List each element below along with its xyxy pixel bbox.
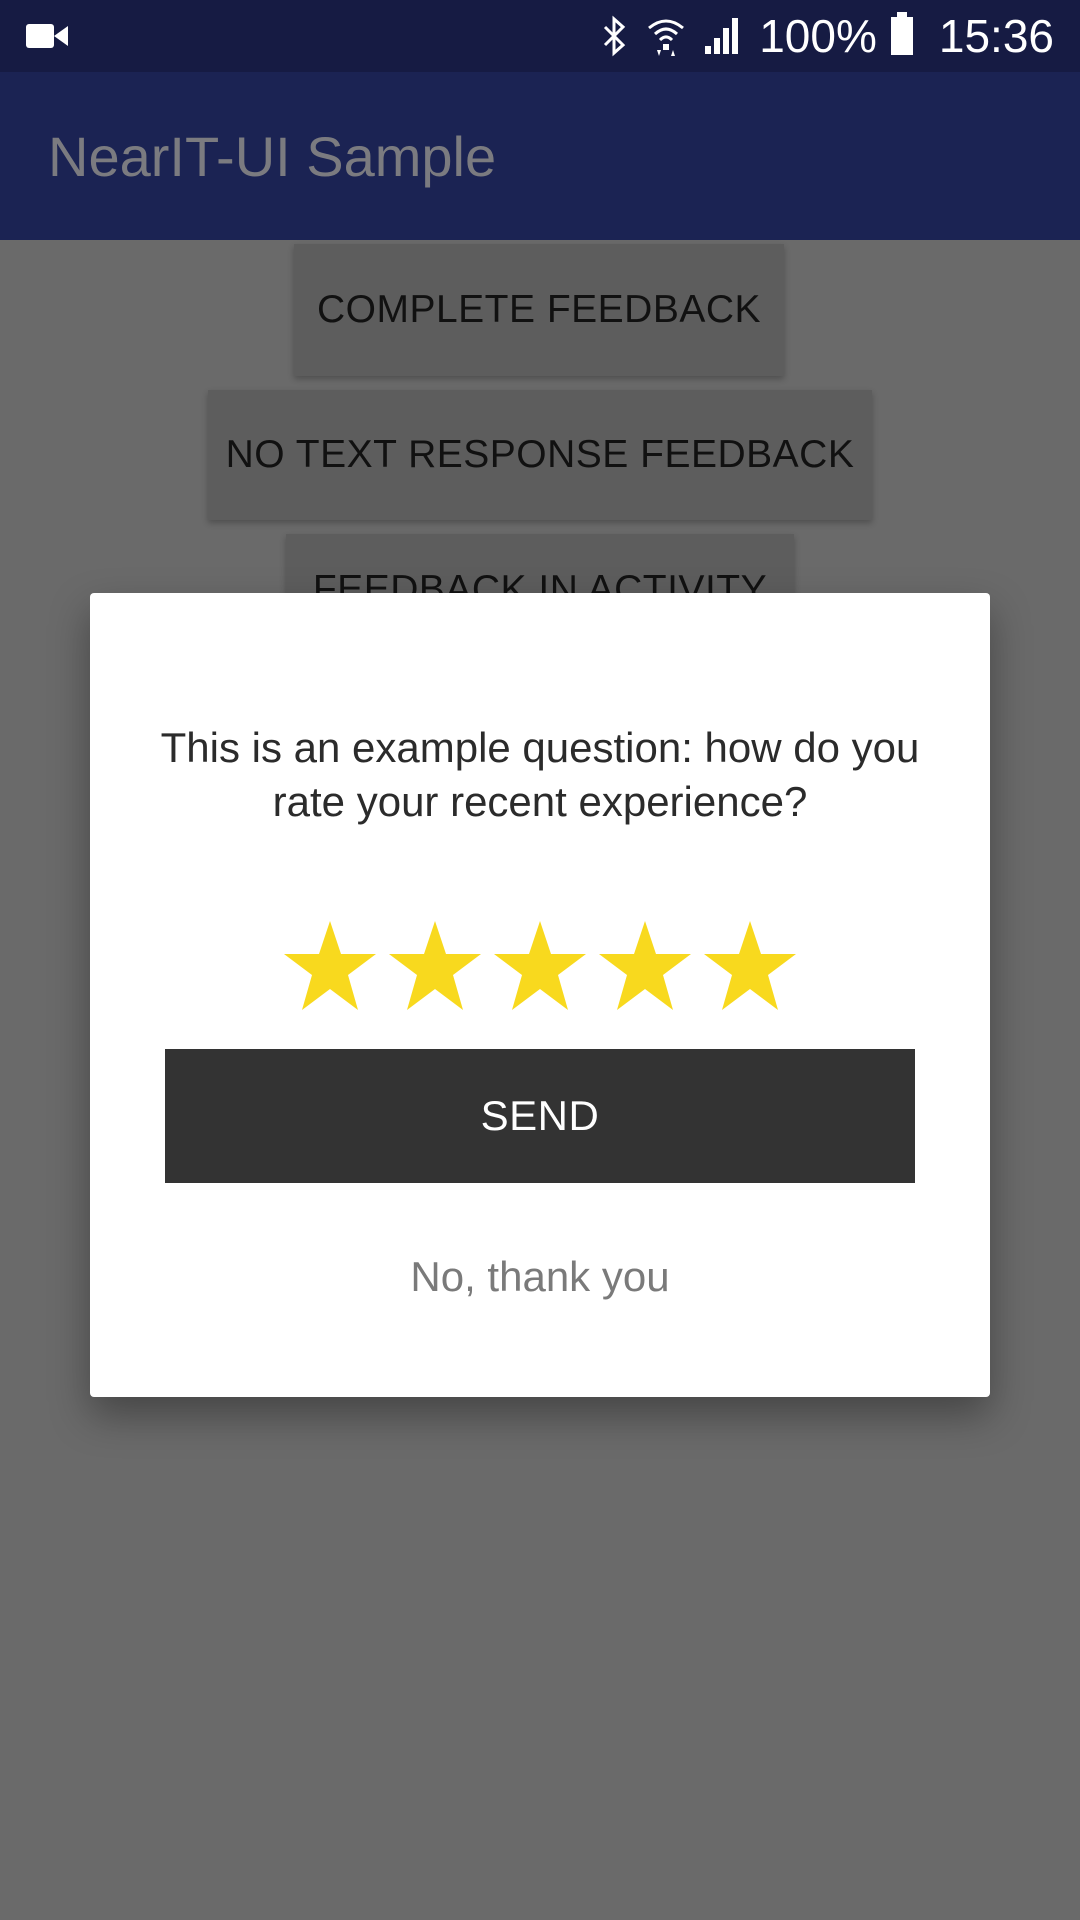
complete-feedback-button[interactable]: COMPLETE FEEDBACK	[294, 244, 784, 376]
no-text-response-feedback-button[interactable]: NO TEXT RESPONSE FEEDBACK	[208, 390, 872, 520]
app-bar: NearIT-UI Sample	[0, 72, 1080, 240]
bluetooth-icon	[599, 15, 629, 57]
star-4-icon[interactable]	[595, 918, 695, 1018]
cell-signal-icon	[703, 18, 741, 54]
star-rating[interactable]	[280, 918, 800, 1018]
no-thank-you-button[interactable]: No, thank you	[90, 1253, 990, 1301]
feedback-dialog: This is an example question: how do you …	[90, 593, 990, 1397]
status-bar: 100% 15:36	[0, 0, 1080, 72]
battery-icon	[890, 12, 913, 55]
star-3-icon[interactable]	[490, 918, 590, 1018]
wifi-icon	[647, 16, 685, 56]
star-1-icon[interactable]	[280, 918, 380, 1018]
star-5-icon[interactable]	[700, 918, 800, 1018]
send-button[interactable]: SEND	[165, 1049, 915, 1183]
clock: 15:36	[938, 10, 1054, 62]
star-2-icon[interactable]	[385, 918, 485, 1018]
video-camera-icon	[26, 22, 68, 55]
feedback-question: This is an example question: how do you …	[160, 724, 920, 825]
app-title: NearIT-UI Sample	[48, 125, 497, 188]
battery-percent: 100%	[759, 10, 877, 62]
